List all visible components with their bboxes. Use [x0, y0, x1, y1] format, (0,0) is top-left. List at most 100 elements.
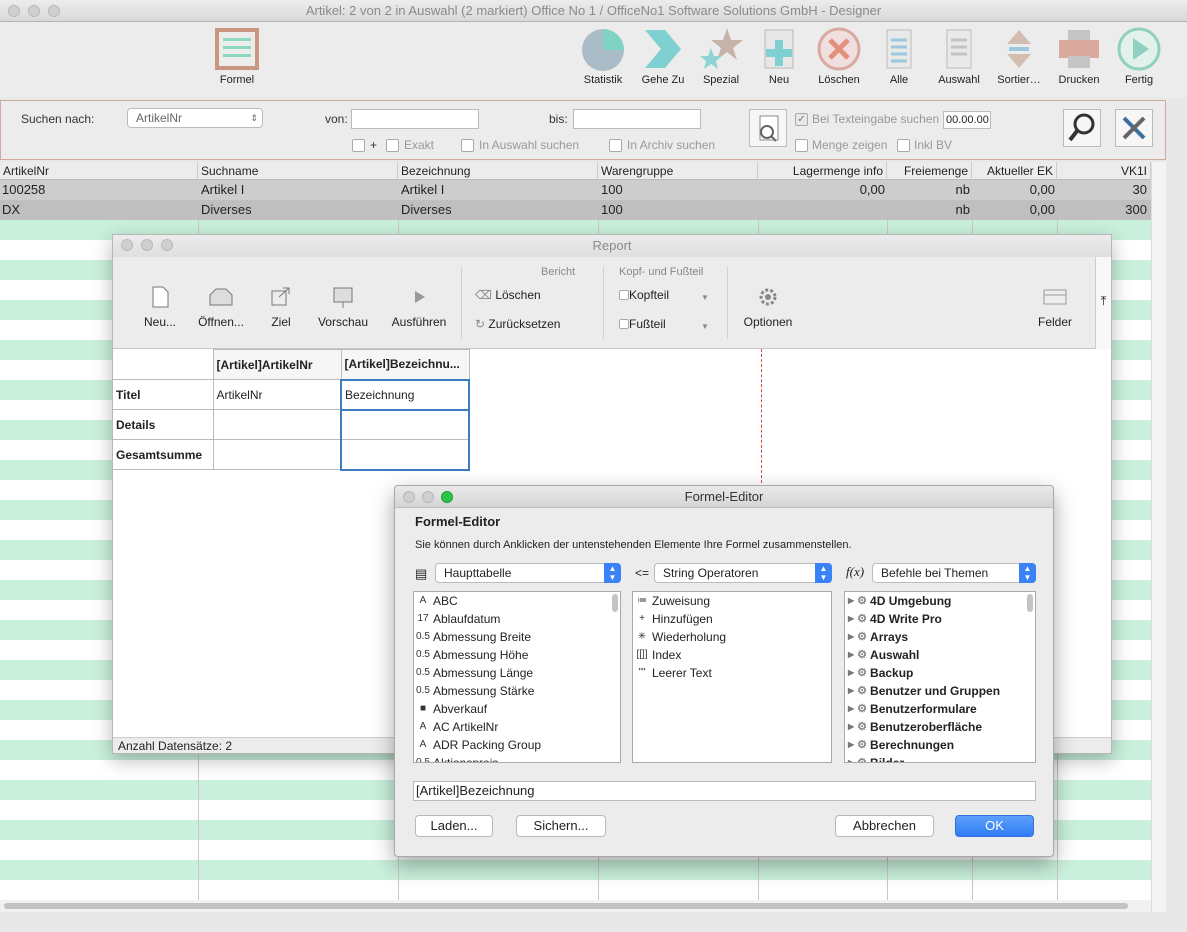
report-cell[interactable]: [340, 409, 470, 440]
report-loeschen-button[interactable]: ⌫ Löschen: [475, 288, 541, 302]
fertig-button[interactable]: Fertig: [1110, 26, 1168, 86]
drucken-button[interactable]: Drucken: [1050, 26, 1108, 86]
operator-list-item[interactable]: [[]] Index: [633, 646, 831, 664]
formula-input[interactable]: [Artikel]Bezeichnung: [413, 781, 1036, 801]
report-neu-button[interactable]: Neu...: [137, 285, 183, 329]
field-list-item[interactable]: A ABC: [414, 592, 620, 610]
report-ausfuehren-button[interactable]: Ausführen: [387, 285, 451, 329]
field-list-item[interactable]: ■ Abverkauf: [414, 700, 620, 718]
table-row[interactable]: DX Diverses Diverses 100 nb 0,00 300: [0, 200, 1151, 220]
inkl-bv-checkbox[interactable]: [897, 139, 910, 152]
scan-search-button[interactable]: [749, 109, 787, 147]
von-input[interactable]: [351, 109, 479, 129]
auswahl-button[interactable]: Auswahl: [930, 26, 988, 86]
report-cell[interactable]: [212, 409, 342, 440]
column-header[interactable]: Freiemenge: [887, 162, 972, 180]
vertical-scrollbar[interactable]: [1151, 162, 1166, 912]
horizontal-scrollbar[interactable]: [0, 900, 1151, 912]
neu-button[interactable]: Neu: [750, 26, 808, 86]
field-list-item[interactable]: 0.5 Abmessung Länge: [414, 664, 620, 682]
column-header[interactable]: Warengruppe: [598, 162, 758, 180]
spezial-button[interactable]: Spezial: [692, 26, 750, 86]
table-row[interactable]: 100258 Artikel I Artikel I 100 0,00 nb 0…: [0, 180, 1151, 200]
operators-list[interactable]: ≔ Zuweisung + Hinzufügen ✳ Wiederholung [[]] In…: [632, 591, 832, 763]
fields-list[interactable]: A ABC 17 Ablaufdatum 0.5 Abmessung Breite 0.5 A…: [413, 591, 621, 763]
sichern-button[interactable]: Sichern...: [516, 815, 606, 837]
table-select[interactable]: Haupttabelle ▲ ▼: [435, 563, 621, 583]
disclosure-triangle-icon[interactable]: ▶: [848, 736, 854, 754]
report-cell[interactable]: Bezeichnung: [340, 378, 470, 411]
report-zuruecksetzen-button[interactable]: ↻ Zurücksetzen: [475, 317, 560, 331]
report-vorschau-button[interactable]: Vorschau: [313, 285, 373, 329]
field-list-item[interactable]: 0.5 Abmessung Breite: [414, 628, 620, 646]
command-theme-item[interactable]: ▶ ⚙ Berechnungen: [845, 736, 1035, 754]
tools-button[interactable]: [1115, 109, 1153, 147]
report-optionen-button[interactable]: Optionen: [739, 285, 797, 329]
command-theme-item[interactable]: ▶ ⚙ 4D Umgebung: [845, 592, 1035, 610]
bis-input[interactable]: [573, 109, 701, 129]
kopfteil-toggle[interactable]: Kopfteil: [619, 288, 669, 302]
field-list-item[interactable]: 0.5 Abmessung Stärke: [414, 682, 620, 700]
disclosure-triangle-icon[interactable]: ▶: [848, 718, 854, 736]
command-theme-item[interactable]: ▶ ⚙ Benutzeroberfläche: [845, 718, 1035, 736]
bei-texteingabe-checkbox[interactable]: ✓: [795, 113, 808, 126]
column-header[interactable]: Suchname: [198, 162, 398, 180]
ok-button[interactable]: OK: [955, 815, 1034, 837]
operator-list-item[interactable]: "" Leerer Text: [633, 664, 831, 682]
disclosure-triangle-icon[interactable]: ▶: [848, 700, 854, 718]
report-oeffnen-button[interactable]: Öffnen...: [195, 285, 247, 329]
close-window-button[interactable]: [8, 5, 20, 17]
abbrechen-button[interactable]: Abbrechen: [835, 815, 934, 837]
report-minimize-button[interactable]: [141, 239, 153, 251]
alle-button[interactable]: Alle: [870, 26, 928, 86]
sortier-button[interactable]: Sortier…: [990, 26, 1048, 86]
gehe-zu-button[interactable]: Gehe Zu: [634, 26, 692, 86]
fussteil-checkbox[interactable]: [619, 319, 629, 329]
fe-minimize-button[interactable]: [422, 491, 434, 503]
field-list-item[interactable]: 0.5 Aktionspreis: [414, 754, 620, 762]
time-field[interactable]: 00.00.00: [943, 111, 991, 129]
command-theme-item[interactable]: ▶ ⚙ Benutzer und Gruppen: [845, 682, 1035, 700]
operator-list-item[interactable]: + Hinzufügen: [633, 610, 831, 628]
statistik-button[interactable]: Statistik: [574, 26, 632, 86]
field-list-item[interactable]: A AC ArtikelNr: [414, 718, 620, 736]
column-header[interactable]: Aktueller EK: [972, 162, 1057, 180]
disclosure-triangle-icon[interactable]: ▶: [848, 592, 854, 610]
zoom-window-button[interactable]: [48, 5, 60, 17]
disclosure-triangle-icon[interactable]: ▶: [848, 682, 854, 700]
commands-select[interactable]: Befehle bei Themen ▲ ▼: [872, 563, 1036, 583]
command-theme-item[interactable]: ▶ ⚙ Auswahl: [845, 646, 1035, 664]
kopfteil-checkbox[interactable]: [619, 290, 629, 300]
fields-scroll-thumb[interactable]: [612, 594, 618, 612]
disclosure-triangle-icon[interactable]: ▶: [848, 646, 854, 664]
fussteil-toggle[interactable]: Fußteil: [619, 317, 666, 331]
column-header[interactable]: Lagermenge info: [758, 162, 887, 180]
report-cell[interactable]: ArtikelNr: [212, 379, 342, 410]
report-zoom-button[interactable]: [161, 239, 173, 251]
report-column-header[interactable]: [Artikel]Bezeichnu...: [340, 349, 470, 380]
scroll-thumb[interactable]: [4, 903, 1128, 909]
command-theme-item[interactable]: ▶ ⚙ Benutzerformulare: [845, 700, 1035, 718]
in-archiv-checkbox[interactable]: [609, 139, 622, 152]
report-close-button[interactable]: [121, 239, 133, 251]
fe-close-button[interactable]: [403, 491, 415, 503]
minimize-window-button[interactable]: [28, 5, 40, 17]
fe-zoom-button[interactable]: [441, 491, 453, 503]
laden-button[interactable]: Laden...: [415, 815, 493, 837]
command-theme-item[interactable]: ▶ ⚙ Bilder: [845, 754, 1035, 762]
fussteil-dropdown-icon[interactable]: ▼: [701, 322, 709, 331]
commands-list[interactable]: ▶ ⚙ 4D Umgebung ▶ ⚙ 4D Write Pro ▶ ⚙ Arrays ▶ ⚙ Aus…: [844, 591, 1036, 763]
plus-checkbox[interactable]: [352, 139, 365, 152]
exakt-checkbox[interactable]: [386, 139, 399, 152]
field-list-item[interactable]: A ADR Packing Group: [414, 736, 620, 754]
command-theme-item[interactable]: ▶ ⚙ Arrays: [845, 628, 1035, 646]
operator-list-item[interactable]: ≔ Zuweisung: [633, 592, 831, 610]
report-felder-button[interactable]: Felder: [1031, 285, 1079, 329]
loeschen-button[interactable]: Löschen: [810, 26, 868, 86]
disclosure-triangle-icon[interactable]: ▶: [848, 628, 854, 646]
report-cell[interactable]: [212, 439, 342, 470]
column-header[interactable]: VK1I: [1057, 162, 1151, 180]
search-button[interactable]: [1063, 109, 1101, 147]
disclosure-triangle-icon[interactable]: ▶: [848, 754, 854, 762]
search-field-select[interactable]: ArtikelNr ⇕: [127, 108, 263, 128]
